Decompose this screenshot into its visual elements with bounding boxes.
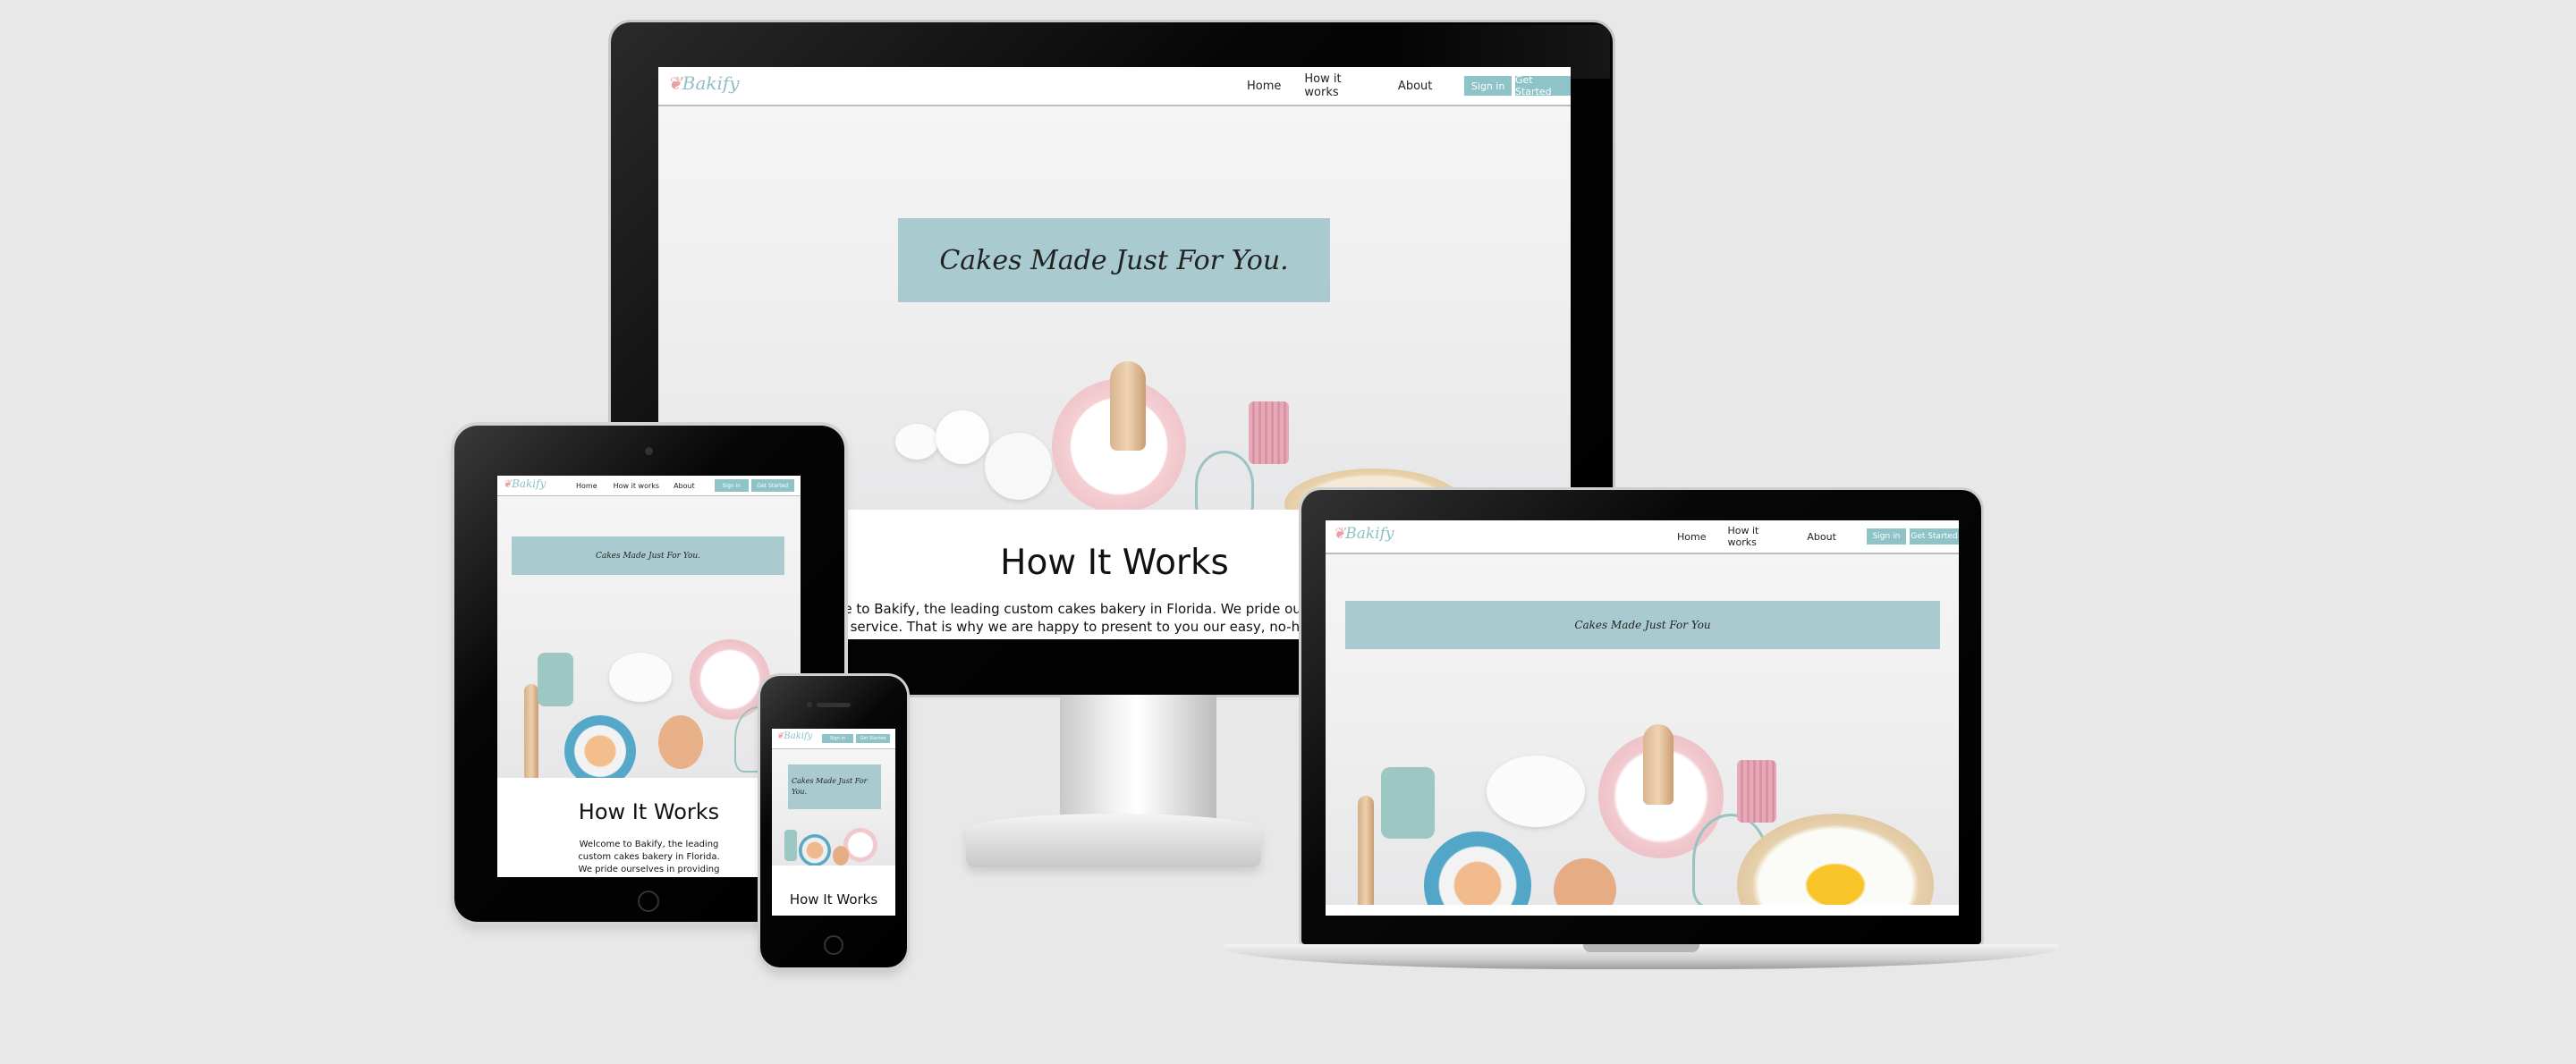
laptop-logo-leaf-icon: ❦ (1333, 525, 1346, 543)
logo-leaf-icon: ❦ (667, 72, 682, 94)
tablet-navbar: ❦Bakify Home How it works About Sign in … (497, 476, 801, 497)
sign-in-button[interactable]: Sign in (1464, 76, 1512, 96)
tablet-nav-about[interactable]: About (674, 482, 695, 490)
measuring-spoon-3 (985, 433, 1052, 500)
desktop-navbar: ❦Bakify Home How it works About Sign in … (658, 67, 1571, 106)
phone-eggs (833, 846, 849, 866)
tablet-rolling-pin (524, 684, 538, 778)
logo[interactable]: ❦Bakify (667, 72, 740, 94)
tablet-intro-line-2: custom cakes bakery in Florida. (578, 852, 720, 862)
laptop-spatula (1381, 767, 1435, 839)
tablet-logo-leaf-icon: ❦ (503, 477, 513, 490)
phone-get-started-button[interactable]: Get Started (856, 734, 890, 743)
phone-spatula (784, 830, 797, 861)
tablet-logo[interactable]: ❦Bakify (503, 477, 546, 490)
laptop-get-started-button[interactable]: Get Started (1909, 528, 1959, 545)
tablet-spoons (609, 653, 672, 702)
tablet-home-button[interactable] (638, 891, 659, 912)
laptop-eggs (1554, 858, 1616, 905)
laptop-notch (1583, 944, 1699, 952)
whisk (1195, 451, 1254, 510)
tablet-spatula (538, 653, 573, 706)
phone-hero: Cakes Made Just For You. (772, 749, 895, 866)
laptop-nav-about[interactable]: About (1807, 531, 1836, 543)
laptop-pastry-brush (1737, 760, 1776, 823)
nav-how-it-works[interactable]: How it works (1304, 72, 1375, 99)
laptop-nav-home[interactable]: Home (1677, 531, 1706, 543)
nav-about[interactable]: About (1398, 80, 1432, 93)
tablet-section-title: How It Works (578, 799, 720, 824)
phone-sign-in-button[interactable]: Sign in (822, 734, 853, 743)
phone-screen: ❦Bakify Sign in Get Started Cakes Made J… (772, 729, 895, 916)
laptop-screen: ❦Bakify Home How it works About Sign in … (1326, 520, 1959, 916)
wooden-figure (1110, 361, 1146, 451)
tablet-sign-in-button[interactable]: Sign in (714, 479, 749, 492)
tablet-hero: Cakes Made Just For You. (497, 496, 801, 778)
monitor-stand (1060, 695, 1216, 829)
measuring-spoon-1 (895, 424, 938, 460)
phone-home-button[interactable] (824, 935, 843, 955)
phone-speaker (817, 703, 851, 707)
phone-egg-bowl (799, 834, 831, 866)
tablet-get-started-button[interactable]: Get Started (750, 479, 794, 492)
phone-navbar: ❦Bakify Sign in Get Started (772, 729, 895, 750)
laptop-nav-links: Home How it works About Sign in Get Star… (1677, 520, 1959, 553)
tablet-nav-how-it-works[interactable]: How it works (614, 482, 659, 490)
laptop-navbar: ❦Bakify Home How it works About Sign in … (1326, 520, 1959, 554)
tablet-hero-banner: Cakes Made Just For You. (512, 536, 784, 575)
laptop-nav-how-it-works[interactable]: How it works (1727, 525, 1785, 548)
hero-banner: Cakes Made Just For You. (898, 218, 1330, 302)
get-started-button[interactable]: Get Started (1514, 74, 1571, 97)
monitor-base (966, 814, 1261, 867)
phone-camera-icon (807, 702, 812, 707)
laptop-spoons (1487, 756, 1585, 827)
desktop-nav-links: Home How it works About Sign in Get Star… (1247, 67, 1571, 105)
laptop-rolling-pin (1358, 796, 1374, 905)
tablet-nav-links: Home How it works About Sign in Get Star… (576, 476, 794, 495)
laptop-logo[interactable]: ❦Bakify (1333, 525, 1394, 543)
phone-logo[interactable]: ❦Bakify (776, 731, 812, 741)
tablet-egg-bowl (564, 715, 636, 778)
laptop-sign-in-button[interactable]: Sign in (1866, 528, 1906, 545)
tablet-camera-icon (645, 447, 653, 455)
laptop-hero: Cakes Made Just For You (1326, 554, 1959, 905)
phone-section-title: How It Works (789, 891, 878, 908)
tablet-intro-line-1: Welcome to Bakify, the leading (579, 840, 719, 849)
tablet-screen: ❦Bakify Home How it works About Sign in … (497, 476, 801, 877)
phone-hero-banner: Cakes Made Just For You. (788, 764, 881, 809)
measuring-spoon-2 (936, 410, 989, 464)
laptop-flour-plate (1737, 814, 1934, 905)
tablet-eggs (658, 715, 703, 769)
laptop-egg-bowl (1424, 832, 1531, 905)
laptop-wooden-figure (1643, 724, 1674, 805)
pastry-brush (1249, 401, 1289, 464)
nav-home[interactable]: Home (1247, 80, 1281, 93)
tablet-intro-line-3: We pride ourselves in providing (578, 865, 720, 874)
phone-nav-links: Sign in Get Started (822, 729, 890, 748)
laptop-hero-banner: Cakes Made Just For You (1345, 601, 1940, 649)
tablet-nav-home[interactable]: Home (576, 482, 597, 490)
